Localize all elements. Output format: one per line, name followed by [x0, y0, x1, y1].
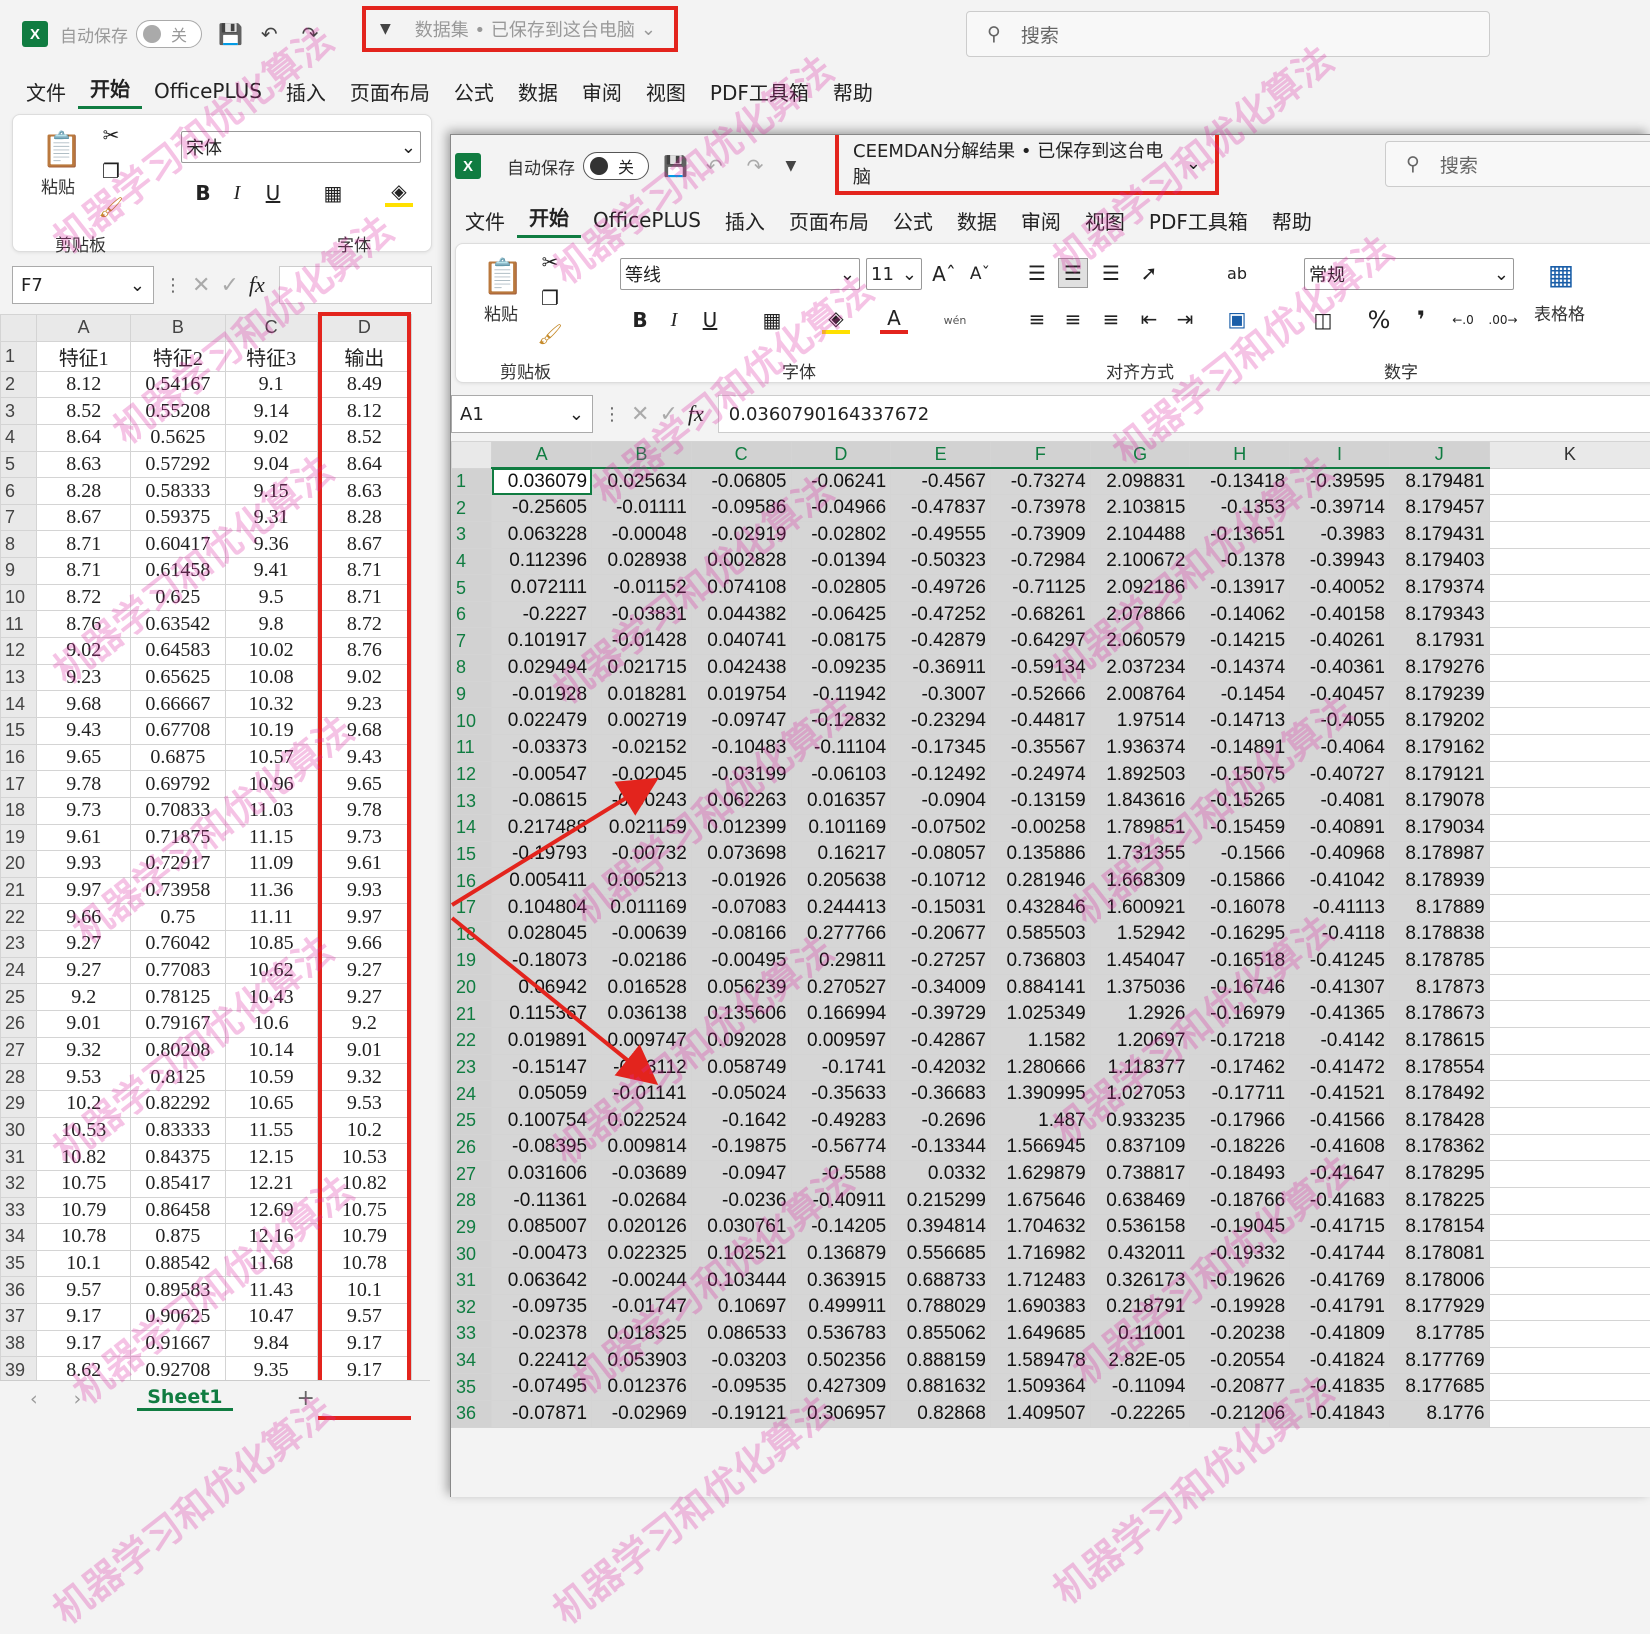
annotation-arrows	[0, 0, 1650, 1497]
arrow-down	[452, 918, 652, 1080]
arrow-up	[452, 782, 652, 905]
